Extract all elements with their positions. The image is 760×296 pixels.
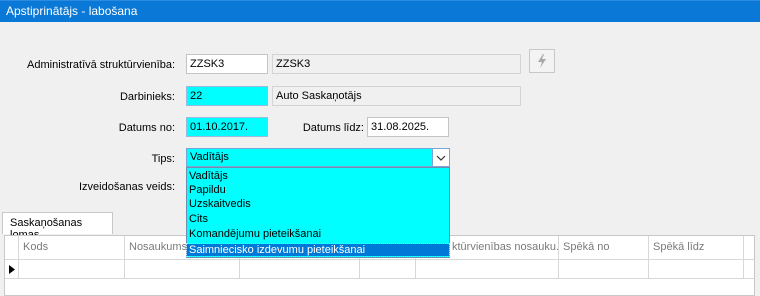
type-selected-value: Vadītājs <box>190 151 229 163</box>
date-to-label: Datums līdz: <box>302 122 364 134</box>
table-row[interactable] <box>5 260 754 279</box>
date-from-field[interactable]: 01.10.2017. <box>186 117 268 137</box>
type-option-papildu[interactable]: Papildu <box>187 184 449 196</box>
row-indicator <box>5 260 19 279</box>
employee-name-field: Auto Saskaņotājs <box>272 86 521 106</box>
type-dropdown-button[interactable] <box>432 149 449 166</box>
lookup-button[interactable] <box>529 49 555 73</box>
creation-type-label: Izveidošanas veids: <box>79 181 175 193</box>
table-cell[interactable] <box>240 260 360 279</box>
title-bar: Apstiprinātājs - labošana <box>0 0 760 22</box>
table-cell[interactable] <box>360 260 416 279</box>
column-header-kods[interactable]: Kods <box>19 236 125 260</box>
grid-corner-cell <box>5 236 19 260</box>
row-pointer-icon <box>8 265 15 274</box>
type-option-komandejumu[interactable]: Komandējumu pieteikšanai <box>187 228 449 240</box>
window-title: Apstiprinātājs - labošana <box>6 4 138 18</box>
type-label: Tips: <box>151 153 175 165</box>
admin-unit-label: Administratīvā struktūrvienība: <box>27 59 175 71</box>
type-option-saimniecisko[interactable]: Saimniecisko izdevumu pieteikšanai <box>186 243 450 257</box>
type-dropdown-list: Vadītājs Papildu Uzskaitvedis Cits Koman… <box>186 167 450 258</box>
table-cell[interactable] <box>125 260 240 279</box>
lightning-icon <box>538 54 546 68</box>
table-cell[interactable] <box>559 260 649 279</box>
admin-unit-code-field[interactable]: ZZSK3 <box>186 54 268 74</box>
type-option-uzskaitvedis[interactable]: Uzskaitvedis <box>187 198 449 210</box>
employee-label: Darbinieks: <box>119 91 175 103</box>
tab-approval-roles[interactable]: Saskaņošanas lomas <box>2 212 113 241</box>
table-cell[interactable] <box>19 260 125 279</box>
admin-unit-name-field: ZZSK3 <box>272 54 521 74</box>
type-combobox[interactable]: Vadītājs <box>186 148 450 167</box>
chevron-down-icon <box>436 155 446 161</box>
date-from-label: Datums no: <box>118 122 175 134</box>
column-header-speka-no[interactable]: Spēkā no <box>559 236 649 260</box>
employee-code-field[interactable]: 22 <box>186 86 268 106</box>
table-cell[interactable] <box>416 260 559 279</box>
table-cell[interactable] <box>649 260 744 279</box>
type-option-vaditajs[interactable]: Vadītājs <box>187 170 449 182</box>
type-option-cits[interactable]: Cits <box>187 213 449 225</box>
column-header-speka-lidz[interactable]: Spēkā līdz <box>649 236 744 260</box>
date-to-field[interactable]: 31.08.2025. <box>367 117 449 137</box>
